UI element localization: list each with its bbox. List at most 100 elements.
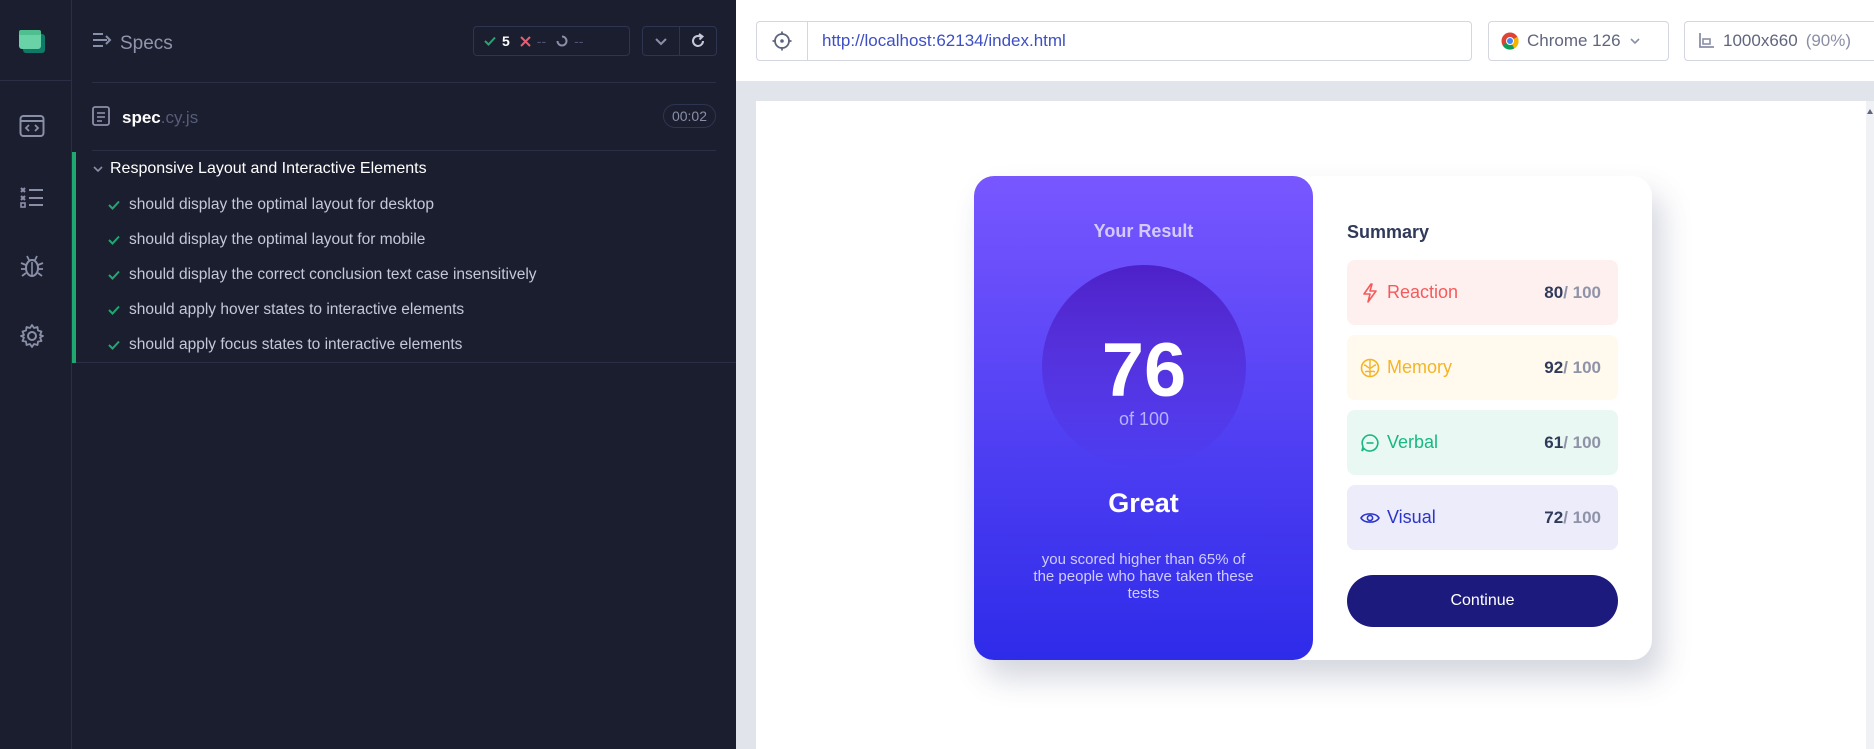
selector-playground-button[interactable] [756,21,808,61]
chrome-icon [1501,32,1519,50]
summary-score: 92 [1544,357,1564,377]
gear-icon [20,324,44,348]
cypress-logo-icon[interactable] [18,28,46,54]
debug-nav-button[interactable] [14,248,50,284]
suite-pass-bar [72,152,76,363]
chat-bubble-icon [1359,432,1381,454]
summary-label: Reaction [1387,282,1459,302]
summary-max: / 100 [1563,357,1601,377]
passed-count: 5 [484,33,510,49]
spec-file-name: spec.cy.js [122,108,198,128]
chevron-down-icon[interactable] [92,165,104,173]
crosshair-icon [772,31,792,51]
test-label: should apply focus states to interactive… [129,336,463,353]
rerun-button[interactable] [679,26,717,56]
test-item[interactable]: should display the optimal layout for mo… [108,227,425,253]
check-icon [108,235,120,245]
test-item[interactable]: should apply focus states to interactive… [108,332,462,358]
check-icon [108,340,120,350]
check-icon [108,200,120,210]
summary-title: Summary [1347,222,1430,242]
summary-score: 72 [1544,507,1564,527]
brain-icon [1359,357,1381,379]
check-icon [108,270,120,280]
eye-icon [1359,507,1381,529]
check-icon [484,36,496,46]
file-divider [92,150,716,151]
viewport-scale: (90%) [1805,31,1852,50]
viewport-scrollbar[interactable] [1866,101,1874,749]
summary-label: Memory [1387,357,1453,377]
ruler-icon [1699,33,1714,48]
specs-panel: Specs 5 -- -- spec.cy.js 00:02 Responsiv… [72,0,736,749]
browser-select[interactable]: Chrome 126 [1488,21,1669,61]
summary-label: Verbal [1387,432,1439,452]
browser-name: Chrome 126 [1527,31,1621,50]
summary-max: / 100 [1563,432,1601,452]
summary-row-memory: Memory 92 / 100 [1347,335,1618,400]
document-icon [92,106,110,126]
url-bar[interactable]: http://localhost:62134/index.html [807,21,1472,61]
score-out-of: of 100 [1118,409,1170,429]
chevron-down-icon [1629,38,1640,45]
pending-count: -- [556,33,583,49]
score-value: 76 [1101,328,1187,413]
test-item[interactable]: should display the optimal layout for de… [108,192,434,218]
summary-max: / 100 [1563,282,1601,302]
summary-score: 80 [1544,282,1564,302]
result-grade: Great [1108,488,1179,518]
test-list-icon [20,187,43,208]
failed-count: -- [520,33,546,49]
test-label: should display the correct conclusion te… [129,266,537,283]
summary-max: / 100 [1563,507,1601,527]
collapse-specs-icon[interactable] [92,32,112,53]
test-label: should display the optimal layout for de… [129,196,435,213]
app-viewport: Your Result 76 of 100 Great you scored h… [756,101,1874,749]
viewport-size: 1000x660 [1723,31,1798,50]
spec-name: spec [122,108,161,127]
summary-row-verbal: Verbal 61 / 100 [1347,410,1618,475]
x-icon [520,35,531,47]
spinner-icon [556,35,568,47]
result-title: Your Result [1093,221,1194,241]
summary-row-visual: Visual 72 / 100 [1347,485,1618,550]
refresh-icon [692,33,705,47]
browser-preview: http://localhost:62134/index.html Chrome… [736,0,1874,749]
test-label: should display the optimal layout for mo… [129,231,426,248]
check-icon [108,305,120,315]
test-item[interactable]: should apply hover states to interactive… [108,297,464,323]
test-label: should apply hover states to interactive… [129,301,465,318]
cypress-runner: Specs 5 -- -- spec.cy.js 00:02 Responsiv… [0,0,1874,749]
expand-collapse-button[interactable] [642,26,680,56]
test-counts: 5 -- -- [473,26,630,56]
test-suite: Responsive Layout and Interactive Elemen… [72,152,736,363]
score-circle: 76 of 100 [1042,265,1246,469]
result-panel: Your Result 76 of 100 Great you scored h… [974,176,1313,660]
browser-code-icon [19,115,45,137]
specs-header: Specs 5 -- -- [72,0,736,82]
result-description: you scored higher than 65% of the people… [1033,551,1254,602]
suite-title[interactable]: Responsive Layout and Interactive Elemen… [110,160,427,178]
summary-label: Visual [1387,507,1436,527]
spec-extension: .cy.js [160,108,199,127]
results-card: Your Result 76 of 100 Great you scored h… [974,176,1652,660]
summary-panel: Summary Reaction 80 / 100 Memory 92 / 10… [1313,176,1652,660]
runs-nav-button[interactable] [14,108,50,144]
summary-score: 61 [1544,432,1564,452]
specs-title: Specs [120,33,173,54]
continue-button[interactable]: Continue [1347,575,1618,627]
header-divider [92,82,716,83]
spec-file-row[interactable]: spec.cy.js 00:02 [92,100,716,134]
spec-duration: 00:02 [662,104,716,128]
test-item[interactable]: should display the correct conclusion te… [108,262,537,288]
viewport-select[interactable]: 1000x660 (90%) [1684,21,1874,61]
settings-nav-button[interactable] [14,318,50,354]
browser-toolbar: http://localhost:62134/index.html Chrome… [736,0,1874,81]
specs-list-nav-button[interactable] [14,178,50,214]
nav-rail [0,0,72,749]
rail-divider [0,80,72,81]
summary-row-reaction: Reaction 80 / 100 [1347,260,1618,325]
scroll-up-icon[interactable] [1866,105,1874,119]
lightning-icon [1359,282,1381,304]
bug-icon [20,255,44,277]
